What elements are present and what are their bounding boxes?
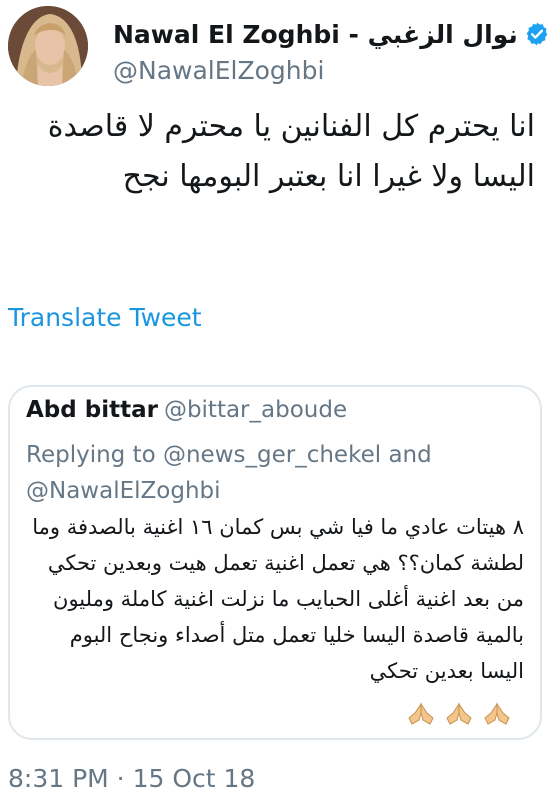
replying-and: and <box>388 442 432 468</box>
verified-badge-icon <box>526 22 548 46</box>
tweet-text: انا يحترم كل الفنانين يا محترم لا قاصدة … <box>47 109 535 194</box>
tweet-header: Nawal El Zoghbi - نوال الزغبي @NawalElZo… <box>8 6 548 92</box>
quoted-display-name[interactable]: Abd bittar <box>26 397 158 423</box>
translate-tweet-link[interactable]: Translate Tweet <box>8 303 202 332</box>
avatar-image <box>8 6 88 86</box>
reply-mention-link[interactable]: @news_ger_chekel <box>163 442 381 468</box>
display-name[interactable]: Nawal El Zoghbi - نوال الزغبي <box>113 20 518 49</box>
folded-hands-icon <box>408 702 434 725</box>
quoted-tweet[interactable]: Abd bittar @bittar_aboude Replying to @ne… <box>8 385 542 740</box>
user-handle[interactable]: @NawalElZoghbi <box>113 56 324 85</box>
quoted-header: Abd bittar @bittar_aboude <box>26 397 347 423</box>
reply-mention-link[interactable]: @NawalElZoghbi <box>26 478 221 504</box>
quoted-handle[interactable]: @bittar_aboude <box>164 397 347 423</box>
quoted-text: ٨ هيتات عادي ما فيا شي بس كمان ١٦ اغنية … <box>32 515 524 683</box>
avatar[interactable] <box>8 6 88 86</box>
folded-hands-icon <box>446 702 472 725</box>
folded-hands-icon <box>484 702 510 725</box>
name-row: Nawal El Zoghbi - نوال الزغبي <box>113 16 553 52</box>
replying-prefix: Replying to <box>26 442 156 468</box>
emoji-row <box>406 699 512 727</box>
replying-to-line: Replying to @news_ger_chekel and @NawalE… <box>26 437 526 509</box>
tweet-timestamp[interactable]: 8:31 PM · 15 Oct 18 <box>8 764 255 793</box>
